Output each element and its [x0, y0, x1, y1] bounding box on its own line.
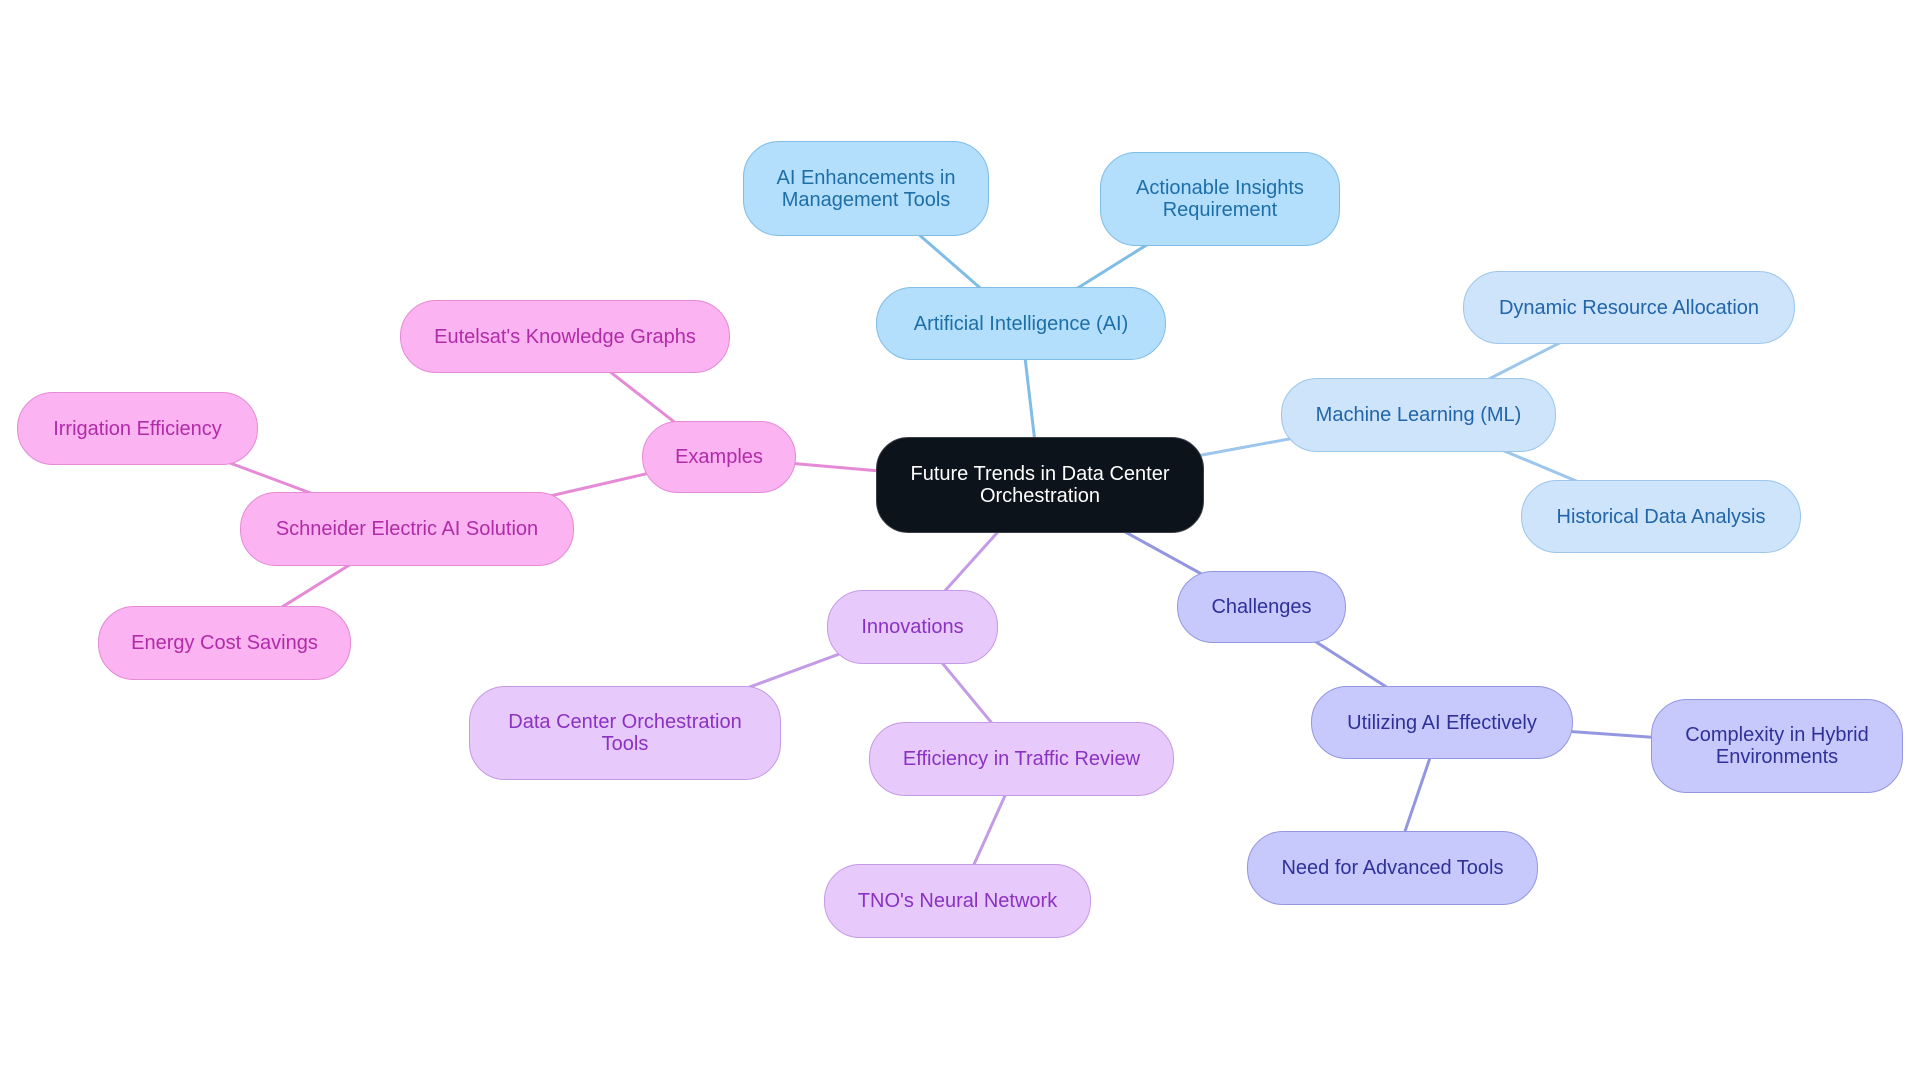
node-label: Actionable Insights Requirement: [1136, 177, 1304, 221]
node-label: Efficiency in Traffic Review: [902, 748, 1141, 770]
node-schneider-electric-ai[interactable]: Schneider Electric AI Solution: [240, 492, 574, 566]
node-label: Schneider Electric AI Solution: [275, 518, 539, 540]
node-label: Innovations: [861, 616, 964, 638]
node-tno-neural-network[interactable]: TNO's Neural Network: [824, 864, 1091, 938]
node-actionable-insights[interactable]: Actionable Insights Requirement: [1100, 152, 1340, 246]
node-historical-data-analysis[interactable]: Historical Data Analysis: [1521, 480, 1801, 553]
node-dc-orchestration-tools[interactable]: Data Center Orchestration Tools: [469, 686, 781, 780]
node-examples[interactable]: Examples: [642, 421, 796, 493]
root-node-label: Future Trends in Data Center Orchestrati…: [910, 463, 1170, 507]
node-label: Eutelsat's Knowledge Graphs: [434, 325, 696, 348]
node-label: TNO's Neural Network: [857, 890, 1058, 912]
root-node[interactable]: Future Trends in Data Center Orchestrati…: [876, 437, 1204, 533]
node-utilizing-ai-effectively[interactable]: Utilizing AI Effectively: [1311, 686, 1573, 759]
node-label: Examples: [675, 446, 763, 468]
node-ai-enhancements[interactable]: AI Enhancements in Management Tools: [743, 141, 989, 236]
node-innovations[interactable]: Innovations: [827, 590, 998, 664]
node-label: Artificial Intelligence (AI): [913, 312, 1129, 335]
node-label: Dynamic Resource Allocation: [1498, 296, 1760, 319]
node-label: Energy Cost Savings: [131, 632, 318, 654]
node-irrigation-efficiency[interactable]: Irrigation Efficiency: [17, 392, 258, 465]
node-artificial-intelligence[interactable]: Artificial Intelligence (AI): [876, 287, 1166, 360]
node-label: Historical Data Analysis: [1556, 505, 1766, 528]
node-dynamic-resource-allocation[interactable]: Dynamic Resource Allocation: [1463, 271, 1795, 344]
node-energy-cost-savings[interactable]: Energy Cost Savings: [98, 606, 351, 680]
node-label: Utilizing AI Effectively: [1347, 711, 1537, 734]
node-label: Challenges: [1211, 596, 1312, 618]
node-label: Need for Advanced Tools: [1281, 857, 1504, 879]
node-label: Machine Learning (ML): [1315, 404, 1522, 426]
node-complexity-hybrid[interactable]: Complexity in Hybrid Environments: [1651, 699, 1903, 793]
node-need-advanced-tools[interactable]: Need for Advanced Tools: [1247, 831, 1538, 905]
node-efficiency-traffic-review[interactable]: Efficiency in Traffic Review: [869, 722, 1174, 796]
node-eutelsat-knowledge-graphs[interactable]: Eutelsat's Knowledge Graphs: [400, 300, 730, 373]
node-label: Complexity in Hybrid Environments: [1685, 724, 1869, 768]
node-challenges[interactable]: Challenges: [1177, 571, 1346, 643]
node-label: Data Center Orchestration Tools: [508, 711, 742, 755]
node-label: AI Enhancements in Management Tools: [776, 166, 956, 211]
node-label: Irrigation Efficiency: [53, 417, 222, 440]
node-machine-learning[interactable]: Machine Learning (ML): [1281, 378, 1556, 452]
